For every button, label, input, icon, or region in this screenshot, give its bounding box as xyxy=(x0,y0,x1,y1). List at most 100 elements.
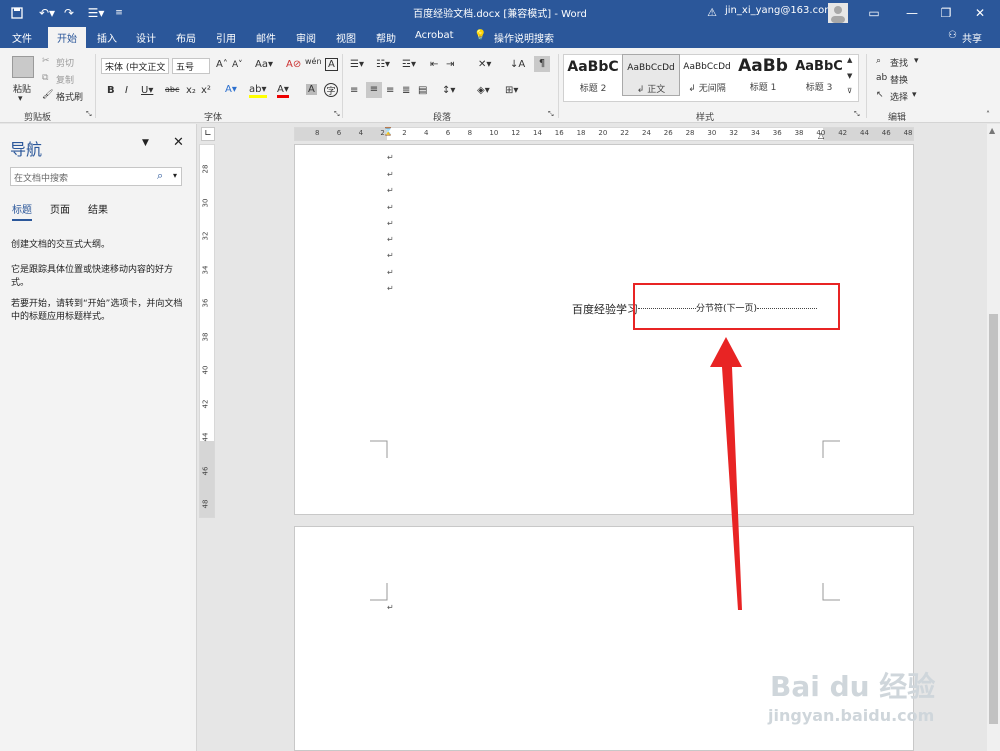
char-shading-icon[interactable]: A xyxy=(306,84,317,95)
find-dropdown-icon[interactable]: ▾ xyxy=(914,56,919,66)
align-right-icon[interactable]: ≡ xyxy=(386,85,394,96)
user-avatar-icon[interactable] xyxy=(828,3,848,23)
phonetic-guide-icon[interactable]: wén xyxy=(305,57,322,66)
style-heading-1[interactable]: AaBb 标题 1 xyxy=(734,54,792,96)
tab-insert[interactable]: 插入 xyxy=(97,30,117,45)
char-border-icon[interactable]: A xyxy=(325,58,338,71)
justify-icon[interactable]: ≣ xyxy=(402,85,410,96)
highlight-icon[interactable]: ab▾ xyxy=(249,84,267,98)
horizontal-ruler[interactable]: ⌛ △ 8 6 4 2 2 4 6 8 10 12 14 16 18 20 22 24 26 28 30 32 34 36… xyxy=(294,127,914,141)
document-line[interactable]: 百度经验学习 xyxy=(572,301,638,317)
vertical-scrollbar[interactable]: ▲ xyxy=(987,124,1000,751)
increase-indent-icon[interactable]: ⇥ xyxy=(446,59,454,70)
numbering-icon[interactable]: ☷▾ xyxy=(376,59,390,70)
chinese-layout-icon[interactable]: ✕▾ xyxy=(478,59,491,70)
strikethrough-icon[interactable]: abc xyxy=(165,85,179,94)
clear-format-icon[interactable]: A⊘ xyxy=(286,59,301,70)
scroll-thumb[interactable] xyxy=(989,314,998,724)
style-no-spacing[interactable]: AaBbCcDd ↲ 无间隔 xyxy=(678,54,736,96)
bold-icon[interactable]: B xyxy=(107,85,115,96)
font-size-select[interactable]: 五号 xyxy=(172,58,210,74)
tab-references[interactable]: 引用 xyxy=(216,30,236,45)
font-name-select[interactable]: 宋体 (中文正文 xyxy=(101,58,169,74)
paste-icon[interactable] xyxy=(12,56,34,78)
replace-button[interactable]: 替换 xyxy=(890,73,908,86)
enclose-char-icon[interactable]: 字 xyxy=(324,83,338,97)
font-color-icon[interactable]: A▾ xyxy=(277,84,289,98)
search-dropdown-icon[interactable]: ▾ xyxy=(173,171,177,180)
distributed-icon[interactable]: ▤ xyxy=(418,85,427,96)
tab-acrobat[interactable]: Acrobat xyxy=(415,30,454,41)
tab-layout[interactable]: 布局 xyxy=(176,30,196,45)
user-account[interactable]: jin_xi_yang@163.com xyxy=(725,5,834,16)
align-left-icon[interactable]: ≡ xyxy=(350,85,358,96)
copy-button[interactable]: 复制 xyxy=(56,73,74,86)
vertical-ruler[interactable]: 28 30 32 34 36 38 40 42 44 46 48 xyxy=(199,144,215,518)
baidu-watermark-url: jingyan.baidu.com xyxy=(768,706,935,725)
nav-search-box[interactable]: 在文档中搜索 ⌕ ▾ xyxy=(10,167,182,186)
share-button[interactable]: 共享 xyxy=(962,30,982,45)
nav-tab-results[interactable]: 结果 xyxy=(88,201,108,216)
superscript-icon[interactable]: x² xyxy=(201,85,211,96)
cut-icon[interactable]: ✂ xyxy=(42,56,50,66)
select-dropdown-icon[interactable]: ▾ xyxy=(912,90,917,100)
close-icon[interactable]: ✕ xyxy=(972,4,988,22)
subscript-icon[interactable]: x₂ xyxy=(186,85,196,96)
show-marks-icon[interactable]: ¶ xyxy=(534,56,550,72)
cut-button[interactable]: 剪切 xyxy=(56,56,74,69)
ruler-tick-label: 4 xyxy=(424,129,429,137)
scroll-up-icon[interactable]: ▲ xyxy=(989,126,995,135)
style-heading-2[interactable]: AaBbC 标题 2 xyxy=(564,54,622,96)
tab-review[interactable]: 审阅 xyxy=(296,30,316,45)
format-painter-icon[interactable]: 🖌 xyxy=(42,90,53,100)
search-icon[interactable]: ⌕ xyxy=(157,169,163,183)
tab-selector[interactable]: ∟ xyxy=(201,127,215,141)
find-icon[interactable]: ⌕ xyxy=(876,56,881,66)
align-center-icon[interactable]: ≡ xyxy=(366,82,382,98)
multilevel-list-icon[interactable]: ☲▾ xyxy=(402,59,416,70)
ribbon-display-icon[interactable]: ▭ xyxy=(866,4,882,22)
styles-more-icon[interactable]: ⊽ xyxy=(847,87,852,95)
tab-mailings[interactable]: 邮件 xyxy=(256,30,276,45)
line-spacing-icon[interactable]: ↕▾ xyxy=(442,85,455,96)
paragraph-launcher-icon[interactable]: ⤡ xyxy=(548,110,554,119)
tab-home[interactable]: 开始 xyxy=(48,27,86,48)
tab-file[interactable]: 文件 xyxy=(12,30,32,45)
replace-icon[interactable]: ab xyxy=(876,73,887,83)
underline-icon[interactable]: U▾ xyxy=(141,85,153,96)
shrink-font-icon[interactable]: A˅ xyxy=(232,60,243,70)
bullets-icon[interactable]: ☰▾ xyxy=(350,59,364,70)
find-button[interactable]: 查找 xyxy=(890,56,908,69)
styles-scroll-down-icon[interactable]: ▼ xyxy=(847,72,852,80)
tell-me-search[interactable]: 操作说明搜索 xyxy=(494,30,554,45)
shading-icon[interactable]: ◈▾ xyxy=(477,85,490,96)
grow-font-icon[interactable]: A˄ xyxy=(216,59,228,70)
minimize-icon[interactable]: — xyxy=(904,4,920,22)
nav-close-icon[interactable]: ✕ xyxy=(173,135,184,150)
styles-scroll-up-icon[interactable]: ▲ xyxy=(847,56,852,64)
style-heading-3[interactable]: AaBbC 标题 3 xyxy=(790,54,848,96)
font-launcher-icon[interactable]: ⤡ xyxy=(334,110,340,119)
change-case-icon[interactable]: Aa▾ xyxy=(255,59,273,70)
copy-icon[interactable]: ⧉ xyxy=(42,73,48,83)
style-normal[interactable]: AaBbCcDd ↲ 正文 xyxy=(622,54,680,96)
select-icon[interactable]: ↖ xyxy=(876,90,884,100)
paste-dropdown-icon[interactable]: ▾ xyxy=(18,94,23,104)
borders-icon[interactable]: ⊞▾ xyxy=(505,85,518,96)
tab-design[interactable]: 设计 xyxy=(136,30,156,45)
tab-view[interactable]: 视图 xyxy=(336,30,356,45)
italic-icon[interactable]: I xyxy=(125,85,128,96)
collapse-ribbon-icon[interactable]: ˄ xyxy=(986,110,990,119)
sort-icon[interactable]: ↓A xyxy=(510,59,525,70)
select-button[interactable]: 选择 xyxy=(890,90,908,103)
decrease-indent-icon[interactable]: ⇤ xyxy=(430,59,438,70)
text-effects-icon[interactable]: A▾ xyxy=(225,84,237,95)
nav-tab-pages[interactable]: 页面 xyxy=(50,201,70,216)
tab-help[interactable]: 帮助 xyxy=(376,30,396,45)
nav-tab-headings[interactable]: 标题 xyxy=(12,201,32,221)
styles-launcher-icon[interactable]: ⤡ xyxy=(854,110,860,119)
nav-options-icon[interactable]: ▼ xyxy=(142,138,149,148)
format-painter-button[interactable]: 格式刷 xyxy=(56,90,83,103)
clipboard-launcher-icon[interactable]: ⤡ xyxy=(86,110,92,119)
restore-icon[interactable]: ❐ xyxy=(938,4,954,22)
